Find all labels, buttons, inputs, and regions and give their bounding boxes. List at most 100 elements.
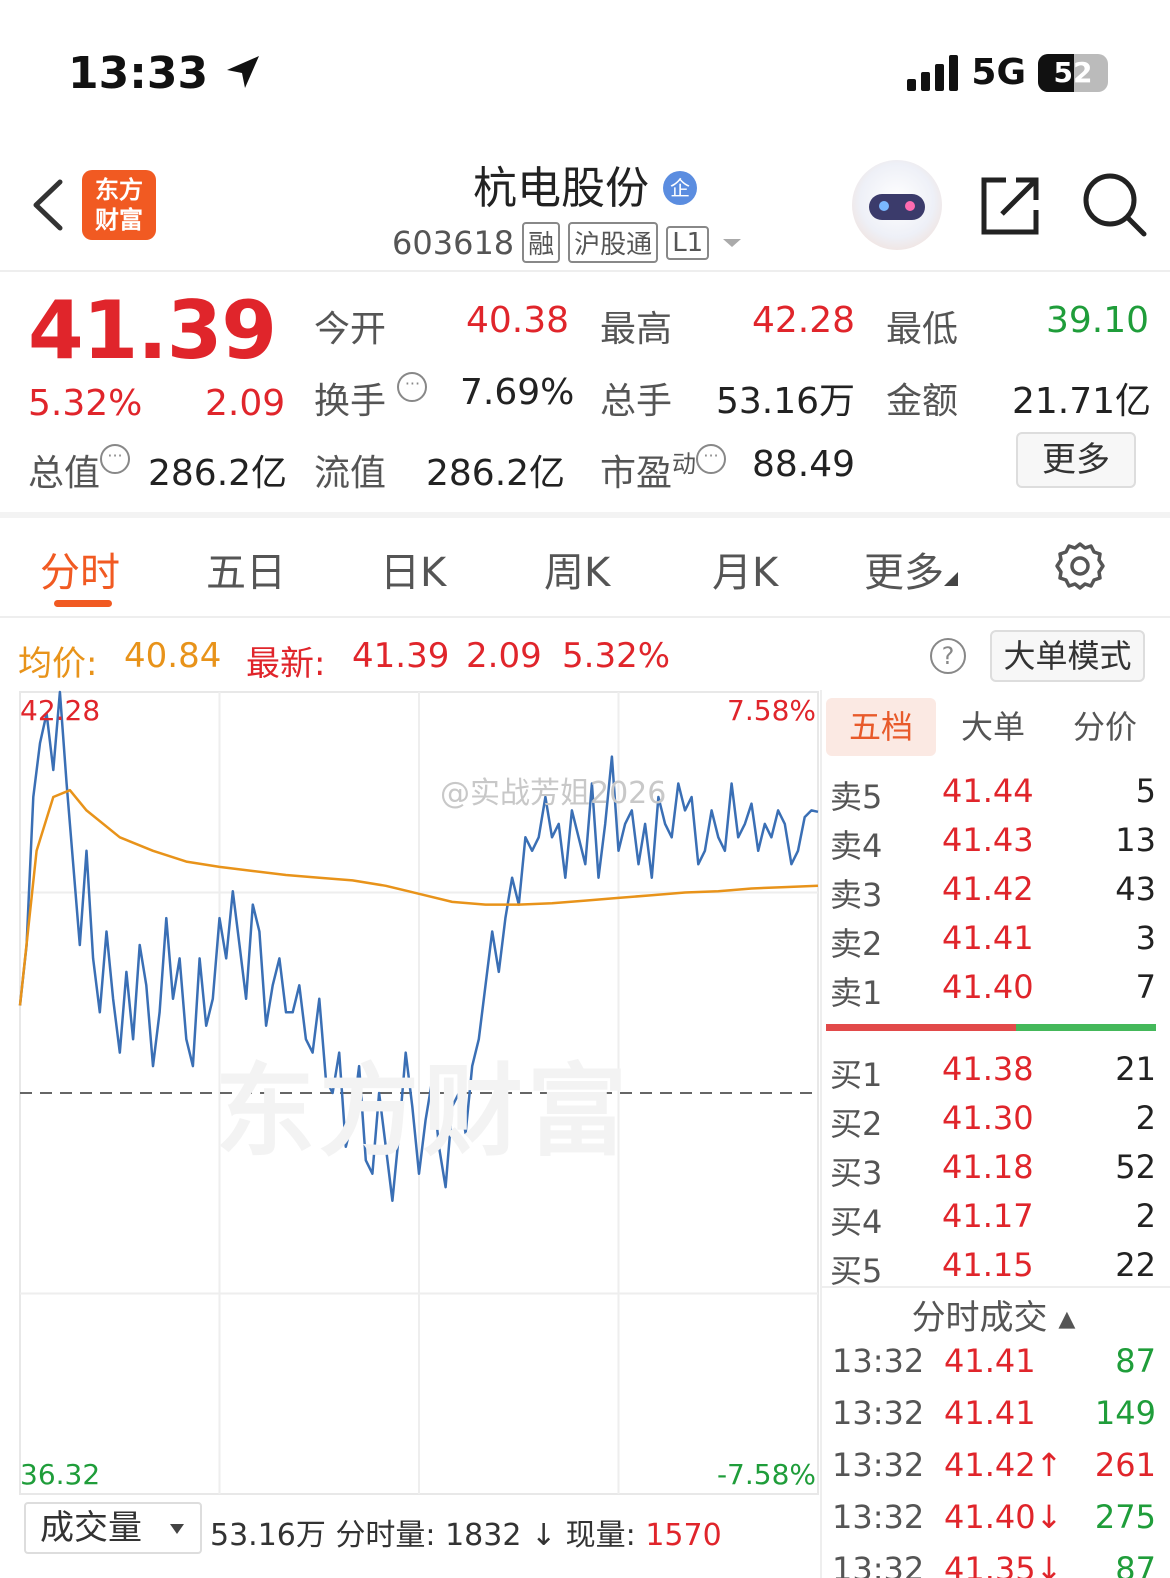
avg-price-value: 40.84 xyxy=(124,636,222,676)
help-icon[interactable]: ? xyxy=(930,638,966,674)
turnover-label[interactable]: 换手 ··· xyxy=(314,372,428,424)
volume-label: 总手 xyxy=(600,381,673,422)
ask-row: 卖5 41.44 5 xyxy=(830,772,1156,816)
current-volume-value: 1570 xyxy=(645,1518,722,1553)
low-value: 39.10 xyxy=(1046,300,1150,341)
big-order-mode-button[interactable]: 大单模式 xyxy=(990,630,1145,682)
ask-strength-bar xyxy=(826,1024,1016,1031)
battery-icon: 52 xyxy=(1038,53,1108,92)
amount-label: 金额 xyxy=(886,381,959,422)
robot-face xyxy=(869,194,925,220)
order-book-tabs: 五档 大单 分价 xyxy=(826,698,1161,756)
y-axis-bottom-label: 36.32 xyxy=(20,1458,100,1491)
float-cap-value: 286.2亿 xyxy=(426,453,566,494)
latest-change: 2.09 xyxy=(466,636,542,676)
dropdown-arrow-icon xyxy=(170,1524,184,1534)
tab-more[interactable]: 更多 xyxy=(864,540,958,598)
gear-icon xyxy=(1055,542,1105,590)
info-dots-icon: ··· xyxy=(100,444,131,474)
latest-value: 41.39 xyxy=(352,636,450,676)
float-cap-label: 流值 xyxy=(314,453,387,494)
section-divider xyxy=(0,512,1170,518)
active-tab-indicator xyxy=(54,600,112,607)
market-cap-value: 286.2亿 xyxy=(148,453,288,494)
info-dots-icon: ··· xyxy=(696,444,727,474)
open-value: 40.38 xyxy=(466,300,570,341)
change-amount: 2.09 xyxy=(205,383,286,424)
watermark-logo: 东方财富 xyxy=(215,1053,631,1170)
amount-value: 21.71亿 xyxy=(1012,381,1152,422)
ask-row: 卖2 41.41 3 xyxy=(830,919,1156,963)
current-price: 41.39 xyxy=(28,284,277,377)
minute-volume-label: 分时量: xyxy=(335,1518,436,1553)
tab-big-orders[interactable]: 大单 xyxy=(938,698,1048,756)
high-value: 42.28 xyxy=(752,300,856,341)
high-label: 最高 xyxy=(600,309,673,350)
pct-axis-bottom-label: -7.58% xyxy=(717,1458,816,1491)
signal-icon xyxy=(907,54,959,91)
trade-row: 13:32 41.41 149 xyxy=(832,1394,1156,1432)
trades-header[interactable]: 分时成交 ▴ xyxy=(826,1290,1161,1339)
volume-info: 53.16万 分时量: 1832 ↓ 现量: 1570 xyxy=(210,1510,722,1554)
more-quote-button[interactable]: 更多 xyxy=(1016,432,1136,488)
turnover-value: 7.69% xyxy=(460,372,575,413)
ask-row: 卖4 41.43 13 xyxy=(830,821,1156,865)
search-icon xyxy=(1083,173,1147,237)
tab-price-distribution[interactable]: 分价 xyxy=(1050,698,1160,756)
stock-code-row[interactable]: 603618 融 沪股通 L1 xyxy=(392,222,747,263)
divider xyxy=(822,1286,1170,1288)
current-volume-label: 现量: xyxy=(565,1518,636,1553)
bid-row: 买2 41.30 2 xyxy=(830,1099,1156,1143)
minute-volume-value: 1832 ↓ xyxy=(445,1518,557,1553)
margin-tag: 融 xyxy=(522,222,561,263)
status-indicators: 5G 52 xyxy=(907,52,1108,93)
location-arrow-icon xyxy=(227,56,260,88)
open-label: 今开 xyxy=(314,309,387,350)
dropdown-caret-icon xyxy=(723,238,742,247)
indicator-select[interactable]: 成交量 xyxy=(24,1502,202,1554)
trade-row: 13:32 41.42↑ 261 xyxy=(832,1446,1156,1484)
bid-strength-bar xyxy=(1016,1024,1156,1031)
connect-tag: 沪股通 xyxy=(568,222,659,263)
trade-row: 13:32 41.40↓ 275 xyxy=(832,1498,1156,1536)
bid-row: 买1 41.38 21 xyxy=(830,1050,1156,1094)
pe-value: 88.49 xyxy=(752,444,856,485)
ask-row: 卖3 41.42 43 xyxy=(830,870,1156,914)
bid-row: 买4 41.17 2 xyxy=(830,1197,1156,1241)
watermark-text: @实战芳姐2026 xyxy=(440,776,667,811)
battery-percent: 52 xyxy=(1053,55,1093,89)
settings-button[interactable] xyxy=(1054,540,1106,596)
avg-price-label: 均价: xyxy=(18,644,98,684)
network-type: 5G xyxy=(971,52,1026,93)
tab-five-day[interactable]: 五日 xyxy=(206,540,286,598)
info-dots-icon: ··· xyxy=(397,372,428,402)
trade-row: 13:32 41.41 87 xyxy=(832,1342,1156,1380)
pct-axis-top-label: 7.58% xyxy=(727,694,816,727)
change-percent: 5.32% xyxy=(28,383,143,424)
tab-weekly-k[interactable]: 周K xyxy=(544,540,610,598)
search-button[interactable] xyxy=(1082,172,1148,238)
tab-monthly-k[interactable]: 月K xyxy=(712,540,778,598)
corner-triangle-icon xyxy=(944,572,958,586)
tab-five-levels[interactable]: 五档 xyxy=(826,698,936,756)
low-label: 最低 xyxy=(886,309,959,350)
bid-row: 买3 41.18 52 xyxy=(830,1148,1156,1192)
y-axis-top-label: 42.28 xyxy=(20,694,100,727)
divider xyxy=(820,690,822,1578)
market-cap-label[interactable]: 总值 ··· xyxy=(28,444,131,496)
stock-code: 603618 xyxy=(392,223,515,262)
stock-name: 杭电股份 xyxy=(473,163,649,214)
tab-intraday[interactable]: 分时 xyxy=(40,540,120,598)
volume-value: 53.16万 xyxy=(716,381,856,422)
status-time: 13:33 xyxy=(68,48,263,99)
latest-change-percent: 5.32% xyxy=(562,636,671,676)
share-button[interactable] xyxy=(978,172,1044,238)
share-icon xyxy=(981,177,1039,235)
enterprise-badge: 企 xyxy=(663,171,697,205)
tab-daily-k[interactable]: 日K xyxy=(380,540,446,598)
divider xyxy=(0,270,1170,272)
volume-total: 53.16万 xyxy=(210,1518,326,1553)
ask-row: 卖1 41.40 7 xyxy=(830,968,1156,1012)
assistant-robot-icon[interactable] xyxy=(852,160,942,250)
pe-label[interactable]: 市盈动 ··· xyxy=(600,444,727,496)
